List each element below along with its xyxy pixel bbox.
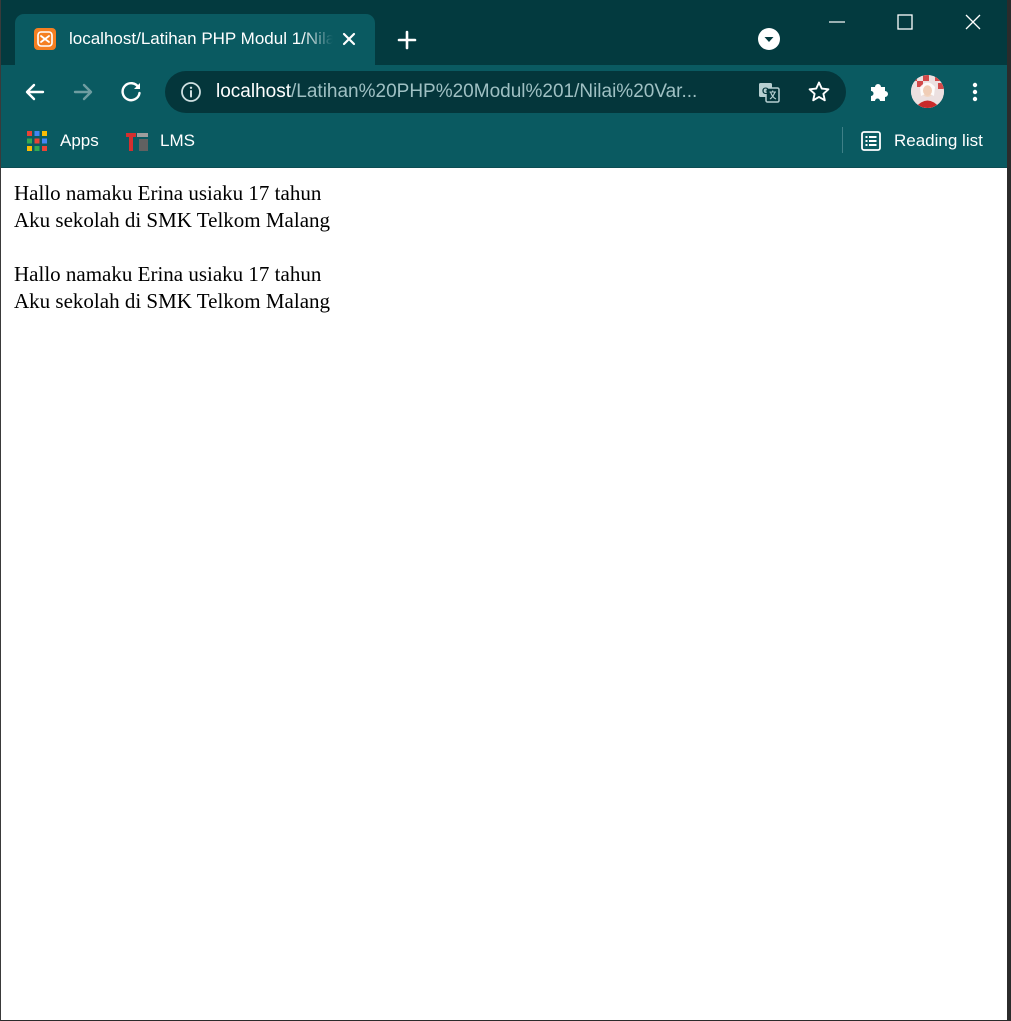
bookmark-lms-label: LMS (160, 131, 195, 150)
address-bar[interactable]: localhost/Latihan%20PHP%20Modul%201/Nila… (165, 71, 846, 113)
new-tab-plus-icon[interactable] (393, 26, 421, 54)
output-line: Hallo namaku Erina usiaku 17 tahun (14, 181, 322, 205)
line-break (14, 234, 330, 261)
bookmark-star-icon[interactable] (806, 79, 832, 105)
reload-icon[interactable] (117, 78, 145, 106)
output-line: Aku sekolah di SMK Telkom Malang (14, 289, 331, 313)
browser-tab[interactable]: localhost/Latihan PHP Modul 1/Nilai Vari… (15, 14, 375, 65)
svg-text:G: G (762, 86, 769, 96)
extensions-puzzle-icon[interactable] (865, 78, 893, 106)
window-close-icon[interactable] (963, 12, 983, 32)
apps-grid-icon (25, 129, 49, 153)
back-arrow-icon[interactable] (21, 78, 49, 106)
output-line: Hallo namaku Erina usiaku 17 tahun (14, 262, 322, 286)
url-host: localhost (216, 81, 291, 102)
site-info-icon[interactable] (180, 81, 202, 103)
url-text[interactable]: localhost/Latihan%20PHP%20Modul%201/Nila… (216, 81, 744, 103)
tab-strip: localhost/Latihan PHP Modul 1/Nilai Vari… (1, 0, 1007, 65)
tab-close-icon[interactable] (337, 27, 361, 51)
page-content: Hallo namaku Erina usiaku 17 tahun Aku s… (14, 180, 330, 315)
reading-list-label: Reading list (894, 131, 983, 150)
page-viewport: Hallo namaku Erina usiaku 17 tahun Aku s… (1, 168, 1007, 1020)
tab-title: localhost/Latihan PHP Modul 1/Nilai Vari… (69, 29, 333, 48)
toolbar: localhost/Latihan%20PHP%20Modul%201/Nila… (1, 65, 1007, 119)
translate-icon[interactable]: G (757, 80, 781, 104)
bookmarks-divider (842, 127, 843, 153)
maximize-icon[interactable] (895, 12, 915, 32)
profile-avatar[interactable] (911, 75, 944, 108)
bookmark-apps-label: Apps (60, 131, 99, 150)
xampp-icon (34, 28, 56, 50)
lms-icon (125, 129, 149, 153)
more-vertical-icon[interactable] (961, 78, 989, 106)
bookmarks-bar: Apps LMS Reading list (1, 119, 1007, 168)
reading-list-icon (859, 129, 883, 153)
output-line: Aku sekolah di SMK Telkom Malang (14, 208, 331, 232)
minimize-icon[interactable] (827, 12, 847, 32)
browser-window: localhost/Latihan PHP Modul 1/Nilai Vari… (0, 0, 1011, 1021)
tab-search-chevron-icon[interactable] (757, 27, 781, 51)
url-path: /Latihan%20PHP%20Modul%201/Nilai%20Var..… (291, 81, 698, 102)
forward-arrow-icon[interactable] (69, 78, 97, 106)
